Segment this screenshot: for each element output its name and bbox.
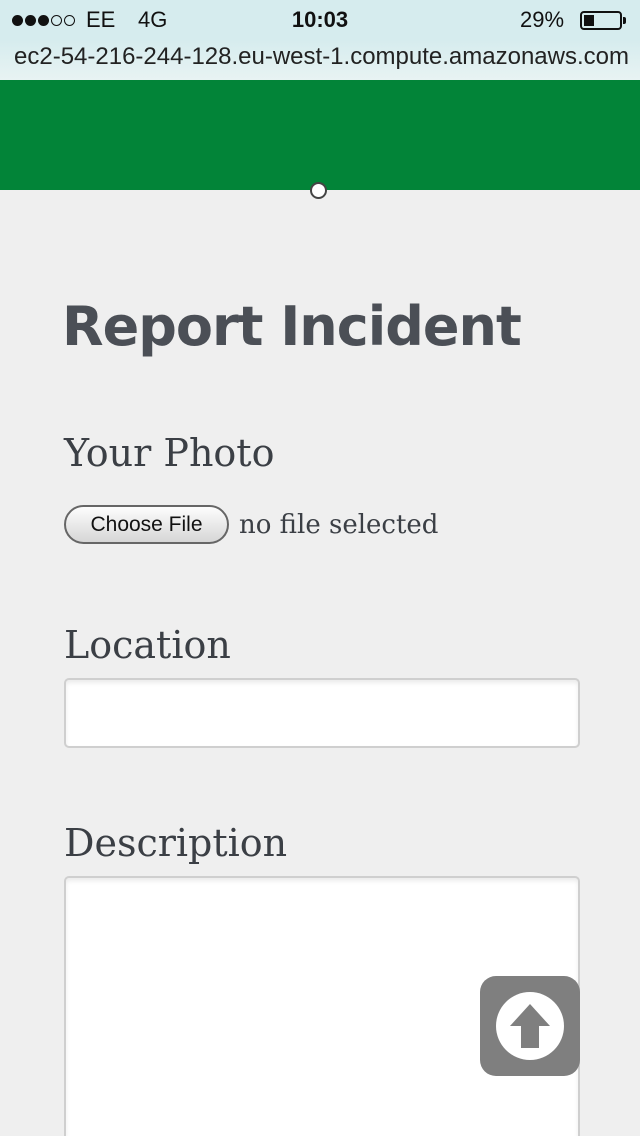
arrow-up-circle-icon (496, 992, 564, 1060)
file-status-text: no file selected (239, 509, 439, 540)
location-input[interactable] (64, 678, 580, 748)
location-label: Location (64, 623, 231, 667)
photo-label: Your Photo (64, 431, 275, 475)
site-header (0, 80, 640, 190)
address-bar[interactable]: ec2-54-216-244-128.eu-west-1.compute.ama… (0, 40, 640, 80)
scroll-to-top-button[interactable] (480, 976, 580, 1076)
choose-file-button[interactable]: Choose File (64, 505, 229, 544)
url-text[interactable]: ec2-54-216-244-128.eu-west-1.compute.ama… (14, 43, 629, 71)
battery-icon (580, 11, 626, 30)
status-bar: EE 4G 10:03 29% (0, 0, 640, 40)
battery-percent: 29% (520, 7, 565, 32)
page-title: Report Incident (62, 295, 522, 358)
photo-file-input[interactable]: Choose File no file selected (64, 505, 438, 544)
header-toggle-handle[interactable] (310, 182, 327, 199)
description-label: Description (64, 821, 288, 865)
battery-level (584, 15, 594, 26)
